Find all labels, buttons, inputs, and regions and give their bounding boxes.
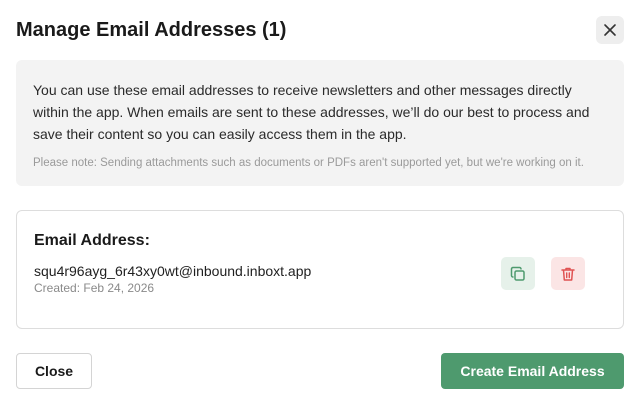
close-icon [604,24,616,36]
copy-icon [510,266,525,281]
email-address-heading: Email Address: [34,232,150,249]
email-address-card: Email Address: squ4r96ayg_6r43xy0wt@inbo… [16,210,624,329]
create-email-address-button[interactable]: Create Email Address [441,353,624,389]
info-note: Please note: Sending attachments such as… [33,157,584,169]
trash-icon [561,267,575,281]
dialog-title: Manage Email Addresses (1) [16,19,287,41]
email-created-date: Created: Feb 24, 2026 [34,281,155,295]
info-panel: You can use these email addresses to rec… [16,60,624,186]
delete-address-button[interactable] [551,257,585,290]
copy-address-button[interactable] [501,257,535,290]
info-description: You can use these email addresses to rec… [33,82,590,142]
email-address-value: squ4r96ayg_6r43xy0wt@inbound.inboxt.app [34,263,312,279]
close-dialog-button[interactable] [596,16,624,44]
close-button[interactable]: Close [16,353,92,389]
